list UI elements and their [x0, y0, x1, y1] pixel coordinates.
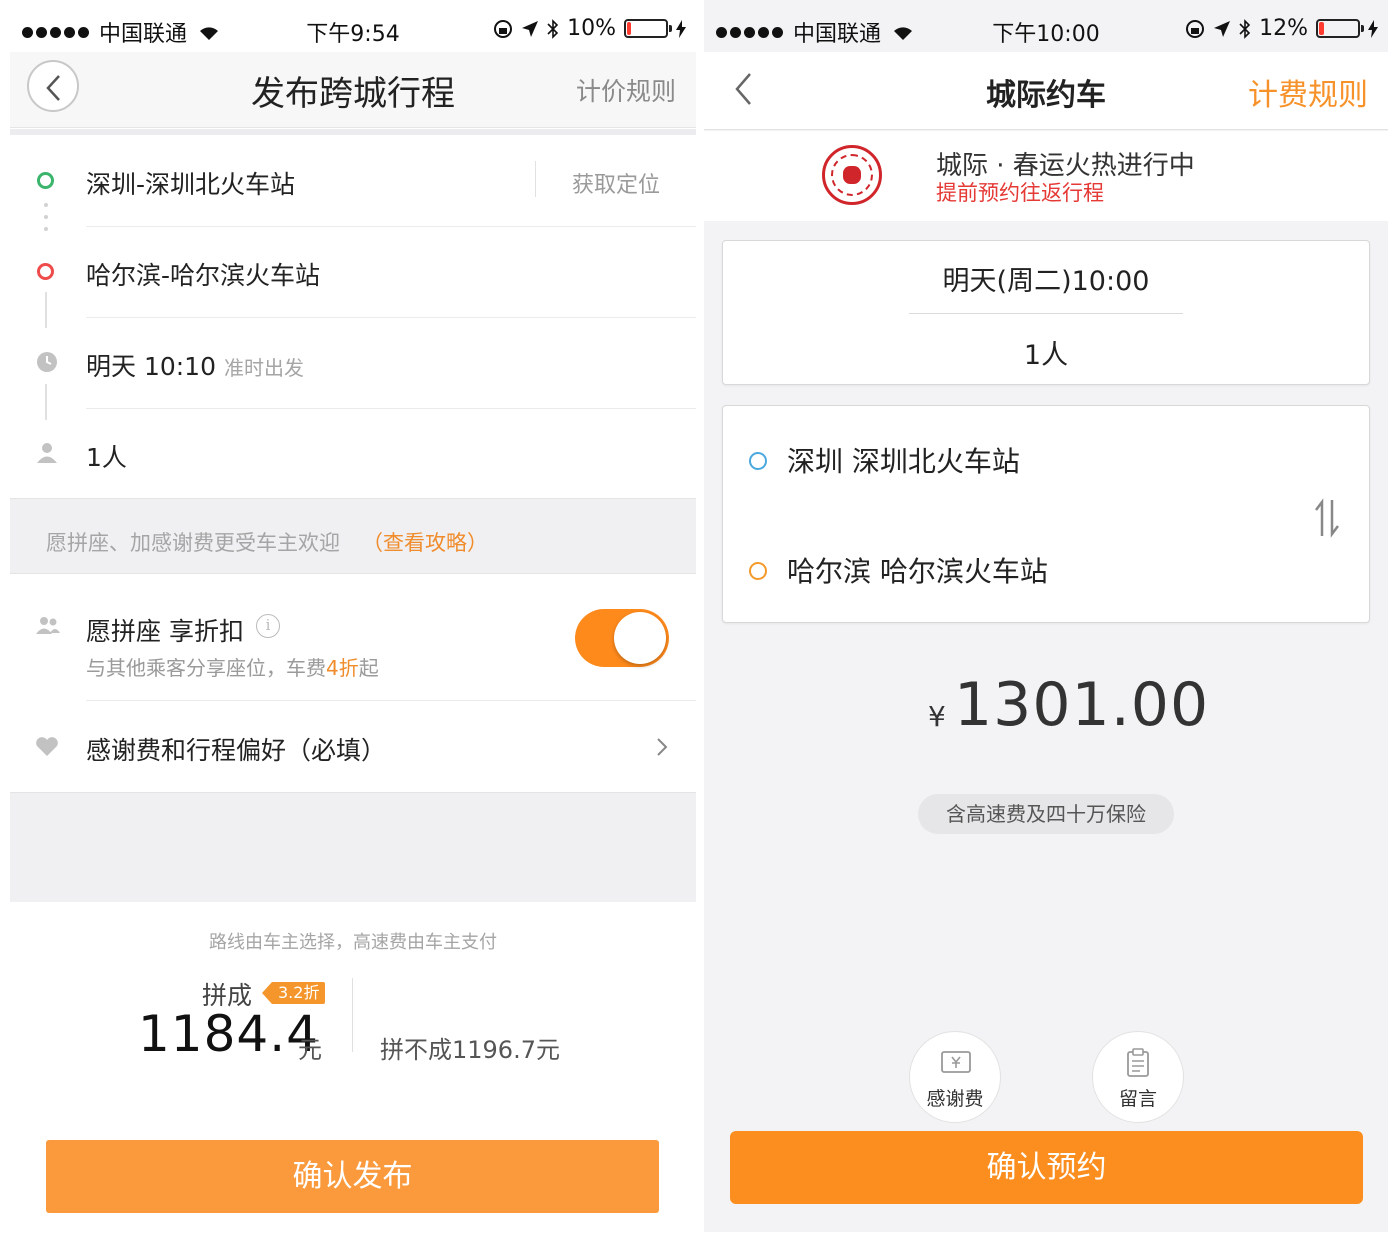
share-seat-subtitle: 与其他乘客分享座位，车费4折起: [86, 652, 379, 681]
status-bar: 中国联通 下午9:54 10%: [10, 12, 696, 48]
location-icon: [522, 20, 539, 37]
toggle-knob: [614, 612, 666, 664]
bluetooth-icon: [1239, 18, 1251, 39]
info-icon[interactable]: i: [256, 614, 280, 638]
thanks-fee-button[interactable]: 感谢费: [909, 1031, 1001, 1123]
battery-fill: [627, 22, 631, 35]
divider: [352, 978, 353, 1052]
passenger-count: 1人: [86, 443, 127, 472]
start-location-row[interactable]: 深圳-深圳北火车站 获取定位: [10, 135, 696, 227]
chevron-right-icon: [657, 738, 668, 756]
start-location[interactable]: 深圳 深圳北火车站: [787, 440, 1020, 480]
promo-banner[interactable]: 城际 · 春运火热进行中 提前预约往返行程: [704, 131, 1388, 221]
rotation-lock-icon: [494, 19, 513, 38]
battery-icon: [624, 19, 672, 38]
currency-symbol: ¥: [928, 700, 946, 733]
clock-icon: [37, 352, 57, 372]
share-seat-title: 愿拼座 享折扣: [86, 617, 244, 646]
fare-rules-link[interactable]: 计费规则: [1248, 70, 1368, 114]
seal-logo-icon: [822, 145, 882, 205]
start-dot-icon: [749, 452, 767, 470]
charging-icon: [676, 19, 686, 38]
heart-icon: [36, 737, 58, 756]
charging-icon: [1368, 19, 1378, 38]
start-location: 深圳-深圳北火车站: [86, 170, 296, 199]
share-sub-suffix: 起: [358, 656, 379, 680]
trip-info-card: 明天(周二)10:00 1人: [722, 240, 1370, 385]
battery-icon: [1316, 19, 1364, 38]
share-seat-toggle[interactable]: [575, 609, 669, 667]
price-unit: 元: [298, 1036, 322, 1064]
person-icon: [37, 443, 57, 463]
right-screen: 中国联通 下午10:00 12% 城际约车 计费规则 城际 · 春运火热进行中 …: [704, 0, 1388, 1232]
departure-time[interactable]: 明天(周二)10:00: [723, 259, 1369, 298]
thanks-fee-label: 感谢费: [926, 1088, 984, 1110]
divider: [535, 161, 536, 197]
on-time-note: 准时出发: [223, 356, 304, 380]
share-sub-text: 与其他乘客分享座位，车费: [86, 656, 326, 680]
end-location-row[interactable]: 哈尔滨-哈尔滨火车站: [10, 226, 696, 318]
passenger-count-row[interactable]: 1人: [10, 408, 696, 500]
swap-icon[interactable]: [1313, 498, 1341, 538]
nav-bar: 城际约车 计费规则: [704, 52, 1388, 130]
ticket-icon: [941, 1051, 971, 1073]
thanks-fee-row[interactable]: 感谢费和行程偏好（必填）: [10, 701, 696, 793]
tip-banner: 愿拼座、加感谢费更受车主欢迎 （查看攻略）: [10, 498, 696, 574]
departure-time-row[interactable]: 明天 10:10 准时出发: [10, 317, 696, 409]
confirm-booking-button[interactable]: 确认预约: [730, 1131, 1363, 1204]
route-card: 深圳 深圳北火车站 哈尔滨 哈尔滨火车站: [722, 405, 1370, 623]
group-icon: [36, 617, 60, 634]
route-note: 路线由车主选择，高速费由车主支付: [209, 932, 497, 953]
divider: [909, 313, 1183, 314]
battery-percent: 10%: [567, 16, 616, 41]
get-location-button[interactable]: 获取定位: [572, 167, 660, 199]
passenger-count[interactable]: 1人: [723, 333, 1369, 372]
message-button[interactable]: 留言: [1092, 1031, 1184, 1123]
nav-bar: 发布跨城行程 计价规则: [10, 52, 696, 128]
clipboard-icon: [1127, 1048, 1149, 1077]
spacer: [10, 792, 696, 902]
thanks-fee-label: 感谢费和行程偏好（必填）: [86, 736, 387, 765]
left-screen: 中国联通 下午9:54 10% 发布跨城行程 计价规则 深圳-深圳北火车站 获取…: [10, 0, 696, 1243]
location-icon: [1214, 20, 1231, 37]
time-value: 明天 10:10: [86, 352, 216, 381]
start-dot-icon: [37, 172, 54, 189]
end-location[interactable]: 哈尔滨 哈尔滨火车站: [787, 550, 1048, 590]
rotation-lock-icon: [1186, 19, 1205, 38]
battery-percent: 12%: [1259, 16, 1308, 41]
status-bar: 中国联通 下午10:00 12%: [704, 12, 1388, 48]
message-label: 留言: [1118, 1088, 1157, 1110]
end-location: 哈尔滨-哈尔滨火车站: [86, 261, 321, 290]
banner-subtitle: 提前预约往返行程: [936, 181, 1104, 205]
fare-note: 含高速费及四十万保险: [918, 794, 1174, 834]
pricing-rules-link[interactable]: 计价规则: [576, 72, 676, 108]
end-dot-icon: [37, 263, 54, 280]
bluetooth-icon: [547, 18, 559, 39]
no-carpool-price: 拼不成1196.7元: [380, 1036, 560, 1064]
fare-amount: 1301.00: [954, 670, 1210, 740]
departure-time: 明天 10:10 准时出发: [86, 347, 304, 383]
battery-fill: [1319, 22, 1324, 35]
confirm-publish-button[interactable]: 确认发布: [46, 1140, 659, 1213]
carpool-price: 1184.4: [138, 1005, 319, 1063]
end-dot-icon: [749, 562, 767, 580]
view-guide-link[interactable]: （查看攻略）: [362, 527, 488, 557]
share-discount-highlight: 4折: [326, 656, 359, 680]
discount-badge: 3.2折: [262, 982, 326, 1004]
tip-text: 愿拼座、加感谢费更受车主欢迎: [46, 531, 340, 555]
